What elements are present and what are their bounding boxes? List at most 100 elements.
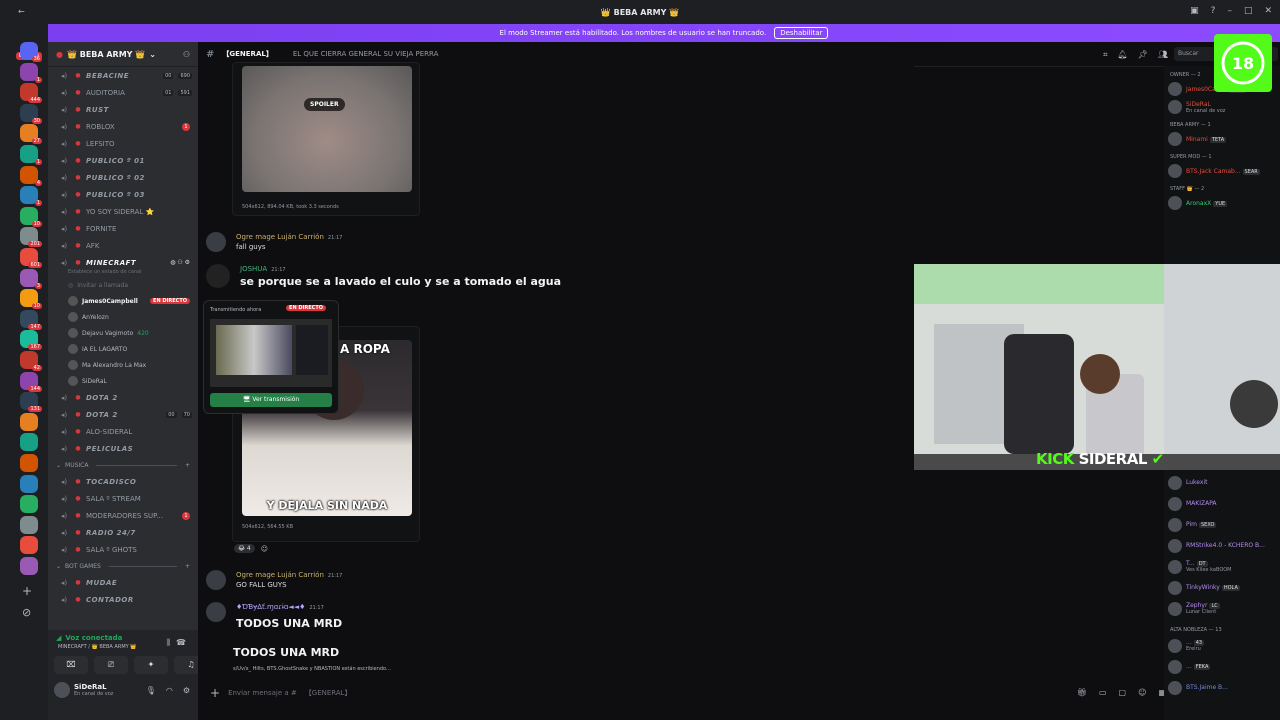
avatar[interactable] — [206, 264, 230, 288]
channel-item[interactable]: ◂) ● AFK — [48, 237, 198, 254]
channel-status-hint[interactable]: Establece un estado de canal — [48, 267, 198, 277]
server-icon[interactable]: 36 — [20, 42, 42, 62]
message-author[interactable]: ♦ƊƁɏ∆ť.ɱɑɾɨɑ◄◄♦ — [236, 603, 305, 611]
explore-icon[interactable]: ⊘ — [22, 606, 31, 619]
avatar[interactable] — [206, 602, 226, 622]
member-item[interactable]: ... 43 Ereiru — [1164, 635, 1280, 656]
disable-streamer-button[interactable]: Deshabilitar — [774, 27, 829, 39]
category-music[interactable]: ⌄ MUSICA + — [48, 457, 198, 473]
channel-item[interactable]: ◂) ● LEFSITO — [48, 135, 198, 152]
disconnect-icon[interactable]: ☎ — [176, 638, 186, 647]
channel-item[interactable]: ◂) ● FORNITE — [48, 220, 198, 237]
maximize-icon[interactable]: □ — [1244, 6, 1253, 16]
channel-item[interactable]: ◂) ● SALA º GHOTS — [48, 541, 198, 558]
server-icon[interactable]: 601 — [20, 248, 42, 268]
member-item[interactable]: Minami TETA — [1164, 130, 1280, 148]
channel-item[interactable]: ◂) ● PELICULAS — [48, 440, 198, 457]
channel-item[interactable]: ◂) ● PUBLICO º 03 — [48, 186, 198, 203]
voice-connected[interactable]: ◢ Voz conectada — [56, 634, 122, 642]
channel-item[interactable]: ◂) ● PUBLICO º 02 — [48, 169, 198, 186]
screen-share-button[interactable]: ⎚ — [94, 656, 128, 674]
server-icon[interactable] — [20, 515, 38, 534]
members-icon[interactable]: 👥︎ — [1158, 50, 1168, 60]
message-author[interactable]: Ogre mage Luján Carrión — [236, 571, 324, 579]
voice-member[interactable]: SiDeRaL — [48, 373, 198, 389]
message-input[interactable]: Enviar mensaje a # — [228, 689, 297, 697]
category-bot-games[interactable]: ⌄ BOT GAMES + — [48, 558, 198, 574]
spoiler-image[interactable]: SPOILER — [242, 66, 412, 192]
channel-item[interactable]: ◂) ● TOCADISCO — [48, 473, 198, 490]
channel-item[interactable]: ◂) ● SALA º STREAM — [48, 490, 198, 507]
channel-item[interactable]: ◂) ● ROBLOX 1 — [48, 118, 198, 135]
activities-button[interactable]: ✦ — [134, 656, 168, 674]
channel-item[interactable]: ◂) ● RUST — [48, 101, 198, 118]
camera-off-button[interactable]: ⌧ — [54, 656, 88, 674]
server-icon[interactable]: 30 — [20, 103, 42, 124]
server-icon[interactable]: 42 — [20, 351, 42, 371]
member-item[interactable]: AronaxX YUE — [1164, 194, 1280, 212]
message-composer[interactable]: + Enviar mensaje a # 【GENERAL】 🎁︎ ▭ ▢ ☺ … — [198, 680, 1176, 706]
channel-item[interactable]: ◂) ● PUBLICO º 01 — [48, 152, 198, 169]
close-icon[interactable]: ✕ — [1264, 6, 1272, 16]
stream-thumbnail[interactable] — [210, 319, 332, 387]
microphone-icon[interactable]: 🎙︎ — [146, 686, 156, 695]
channel-item[interactable]: ◂) ● RADIO 24/7 — [48, 524, 198, 541]
channel-item[interactable]: ◂) ● ALO-SIDERAL — [48, 423, 198, 440]
voice-member[interactable]: Ma Alexandro La Max — [48, 357, 198, 373]
message-author[interactable]: Ogre mage Luján Carrión — [236, 233, 324, 241]
sticker-icon[interactable]: ▢ — [1119, 688, 1127, 697]
message-author[interactable]: JOSHUA — [240, 265, 267, 273]
add-member-icon[interactable]: ⚇ — [183, 50, 190, 59]
gift-icon[interactable]: 🎁︎ — [1077, 688, 1087, 697]
channel-item[interactable]: ◂) ● DOTA 2 — [48, 389, 198, 406]
channel-item[interactable]: ◂) ● CONTADOR — [48, 591, 198, 608]
help-icon[interactable]: ? — [1211, 6, 1216, 16]
member-item[interactable]: BTS.Jack Camab... SEAR — [1164, 162, 1280, 180]
headphones-icon[interactable]: ◠ — [166, 686, 173, 695]
server-icon[interactable]: 1 — [20, 145, 42, 165]
server-icon[interactable]: 131 — [20, 392, 42, 413]
channel-topic[interactable]: EL QUE CIERRA GENERAL SU VIEJA PERRA — [293, 50, 439, 58]
add-attachment-icon[interactable]: + — [210, 686, 220, 700]
emoji-icon[interactable]: ☺ — [1138, 688, 1146, 697]
add-reaction-icon[interactable]: ☺ — [261, 545, 268, 553]
avatar[interactable] — [206, 232, 226, 252]
server-icon[interactable]: 167 — [20, 330, 42, 351]
channel-item[interactable]: ◂) ● MODERADORES SUP... 1 — [48, 507, 198, 524]
server-icon[interactable] — [20, 474, 38, 493]
member-item[interactable]: SiDeRaL En canal de voz — [1164, 98, 1280, 116]
server-icon[interactable] — [20, 433, 38, 452]
member-item[interactable]: ... FEKA — [1164, 656, 1280, 677]
server-icon[interactable]: 147 — [20, 309, 42, 330]
server-icon[interactable]: 201 — [20, 227, 42, 248]
server-icon[interactable]: 444 — [20, 83, 42, 104]
voice-member[interactable]: AnYelozn — [48, 309, 198, 325]
gif-icon[interactable]: ▭ — [1099, 688, 1107, 697]
server-icon[interactable]: 10 — [20, 289, 42, 310]
server-icon[interactable]: 1 — [20, 186, 42, 207]
voice-member[interactable]: Dejavu Vagimoto 420 — [48, 325, 198, 341]
watch-stream-button[interactable]: 🖥︎ Ver transmisión — [210, 393, 332, 407]
noise-suppression-icon[interactable]: ⫼ — [166, 638, 170, 648]
inbox-icon[interactable]: ▣ — [1190, 6, 1199, 16]
add-channel-icon[interactable]: + — [185, 462, 190, 469]
server-icon[interactable]: 4 — [20, 165, 42, 186]
channel-item[interactable]: ◂) ● MUDAE — [48, 574, 198, 591]
member-item[interactable]: MAKIZAPA — [1164, 493, 1280, 514]
server-icon[interactable] — [20, 412, 38, 431]
threads-icon[interactable]: ⌗ — [1103, 50, 1108, 60]
server-icon[interactable]: 1 — [20, 62, 42, 83]
member-item[interactable]: RMStrike4.0 - KCHERO B... — [1164, 535, 1280, 556]
member-item[interactable]: BTS.Jaime B... — [1164, 677, 1280, 698]
voice-location[interactable]: MINECRAFT / 👑 BEBA ARMY 👑 — [58, 644, 137, 650]
reaction-button[interactable]: 😂︎ 4 — [234, 544, 255, 553]
member-item[interactable]: Zephyr LC Lunar Client — [1164, 598, 1280, 619]
bell-icon[interactable]: 🔔︎ — [1118, 50, 1128, 60]
minimize-icon[interactable]: – — [1227, 6, 1232, 16]
settings-gear-icon[interactable]: ⚙ — [183, 686, 190, 695]
invite-to-call[interactable]: ◎ Invitar a llamada — [48, 277, 198, 293]
member-item[interactable]: T... DT Ves Kilee kaBOOM — [1164, 556, 1280, 577]
server-header[interactable]: ● 👑 BEBA ARMY 👑 ⌄ ⚇ — [48, 42, 198, 67]
channel-actions-icon[interactable]: ◍ ⚇ ⚙ — [170, 259, 190, 266]
member-item[interactable]: Lukexit — [1164, 472, 1280, 493]
